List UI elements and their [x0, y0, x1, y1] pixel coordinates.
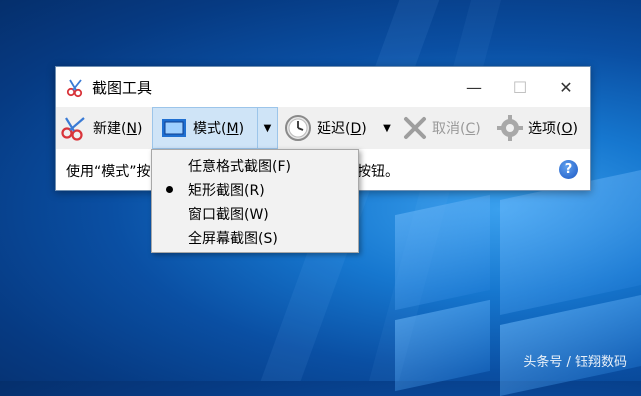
minimize-button[interactable]: — — [451, 67, 497, 107]
delay-dropdown-arrow[interactable]: ▼ — [378, 107, 396, 149]
cancel-label: 取消(C) — [432, 121, 481, 137]
options-button[interactable]: 选项(O) — [496, 107, 586, 149]
status-text: 使用“模式”按 — [66, 164, 151, 180]
cancel-x-icon — [402, 115, 428, 141]
gear-icon — [496, 114, 524, 142]
windows-logo-pane — [500, 170, 641, 315]
mode-label: 模式(M) — [193, 121, 245, 137]
mode-dropdown-menu: 任意格式截图(F) 矩形截图(R) 窗口截图(W) 全屏幕截图(S) — [151, 149, 359, 253]
new-button[interactable]: 新建(N) — [60, 107, 152, 149]
menu-item-window[interactable]: 窗口截图(W) — [152, 201, 358, 225]
mode-dropdown-arrow[interactable]: ▼ — [257, 107, 278, 149]
window-title: 截图工具 — [92, 79, 153, 97]
menu-item-free-form[interactable]: 任意格式截图(F) — [152, 153, 358, 177]
menu-item-label: 矩形截图(R) — [188, 183, 265, 199]
menu-item-label: 任意格式截图(F) — [188, 159, 291, 175]
maximize-button[interactable]: ☐ — [497, 67, 543, 107]
scissors-app-icon — [66, 78, 86, 98]
windows-logo-pane — [395, 194, 490, 311]
rectangle-snip-icon — [161, 118, 187, 138]
scissors-icon — [60, 115, 90, 141]
chevron-down-icon: ▼ — [263, 122, 272, 134]
delay-label: 延迟(D) — [317, 121, 367, 137]
clock-icon — [284, 114, 312, 142]
toolbar: 新建(N) 模式(M) ▼ 延迟(D) ▼ 取消(C) 选项(O) — [56, 107, 590, 149]
menu-item-label: 窗口截图(W) — [188, 207, 269, 223]
cancel-button[interactable]: 取消(C) — [402, 107, 490, 149]
delay-button[interactable]: 延迟(D) — [284, 107, 374, 149]
menu-item-label: 全屏幕截图(S) — [188, 231, 278, 247]
chevron-down-icon: ▼ — [383, 122, 391, 134]
menu-item-rectangle[interactable]: 矩形截图(R) — [152, 177, 358, 201]
new-label: 新建(N) — [93, 121, 143, 137]
watermark-text: 头条号 / 钰翔数码 — [523, 355, 627, 370]
selected-bullet-icon — [166, 186, 173, 193]
title-bar: 截图工具 — ☐ ✕ — [56, 67, 590, 107]
help-icon[interactable]: ? — [559, 160, 578, 179]
options-label: 选项(O) — [528, 121, 578, 137]
close-button[interactable]: ✕ — [543, 67, 589, 107]
menu-item-full-screen[interactable]: 全屏幕截图(S) — [152, 225, 358, 249]
status-text-tail: 按钮。 — [357, 164, 399, 180]
